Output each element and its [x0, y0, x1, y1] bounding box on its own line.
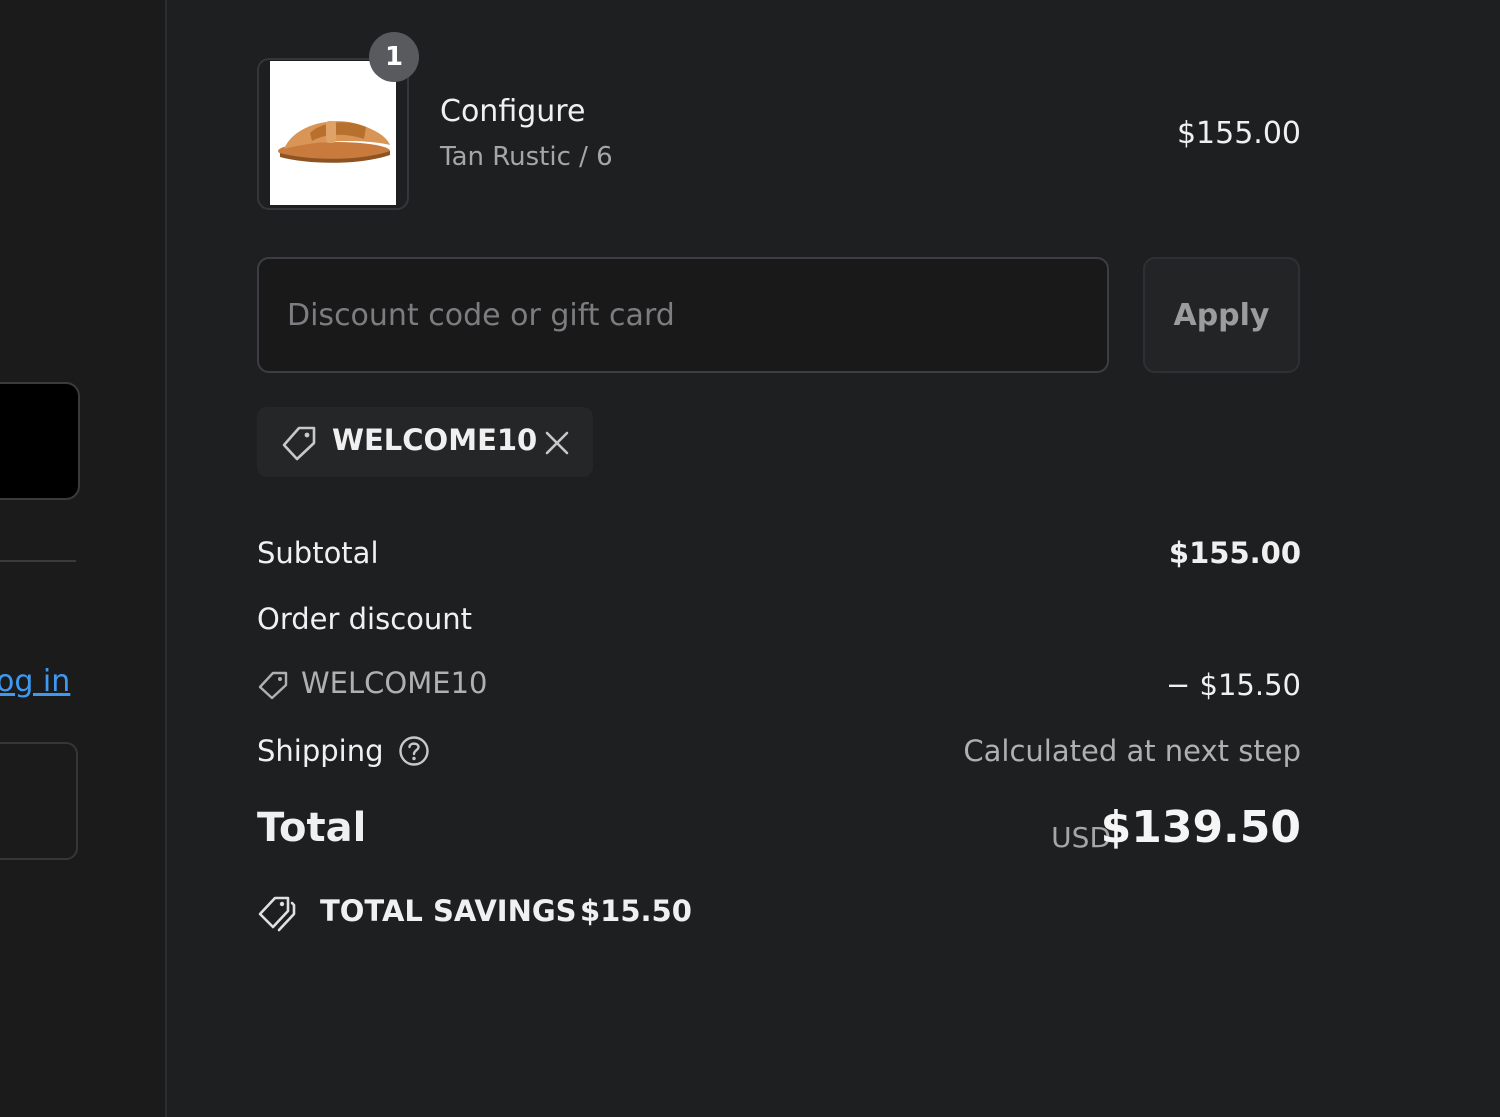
- subtotal-value: $155.00: [1168, 536, 1301, 570]
- product-price: $155.00: [1176, 116, 1301, 151]
- left-input-field[interactable]: [0, 742, 78, 860]
- total-savings-label: TOTAL SAVINGS: [320, 894, 577, 928]
- discount-code-input[interactable]: [257, 257, 1109, 373]
- savings-tags-icon: [258, 896, 296, 932]
- shipping-label: Shipping: [257, 734, 384, 768]
- close-icon[interactable]: [539, 425, 575, 461]
- left-divider: [0, 560, 76, 562]
- discount-amount: − $15.50: [1166, 668, 1301, 702]
- tag-icon: [282, 426, 316, 461]
- left-pane: og in: [0, 0, 167, 1117]
- apply-button[interactable]: Apply: [1143, 257, 1300, 373]
- subtotal-label: Subtotal: [257, 536, 379, 570]
- login-link[interactable]: og in: [0, 664, 70, 699]
- left-black-button[interactable]: [0, 382, 80, 500]
- shipping-value: Calculated at next step: [963, 734, 1301, 768]
- product-image: [270, 61, 396, 205]
- total-savings-amount: $15.50: [580, 894, 692, 928]
- product-name: Configure: [440, 94, 586, 129]
- help-icon[interactable]: [397, 734, 431, 768]
- order-discount-label: Order discount: [257, 602, 473, 636]
- tag-icon: [258, 671, 288, 700]
- discount-code-label: WELCOME10: [301, 666, 488, 700]
- applied-code-label: WELCOME10: [332, 423, 538, 457]
- total-label: Total: [257, 805, 367, 851]
- total-amount: $139.50: [1100, 802, 1301, 853]
- quantity-badge: 1: [369, 32, 419, 82]
- product-variant: Tan Rustic / 6: [440, 142, 613, 172]
- applied-discount-chip: WELCOME10: [257, 407, 593, 477]
